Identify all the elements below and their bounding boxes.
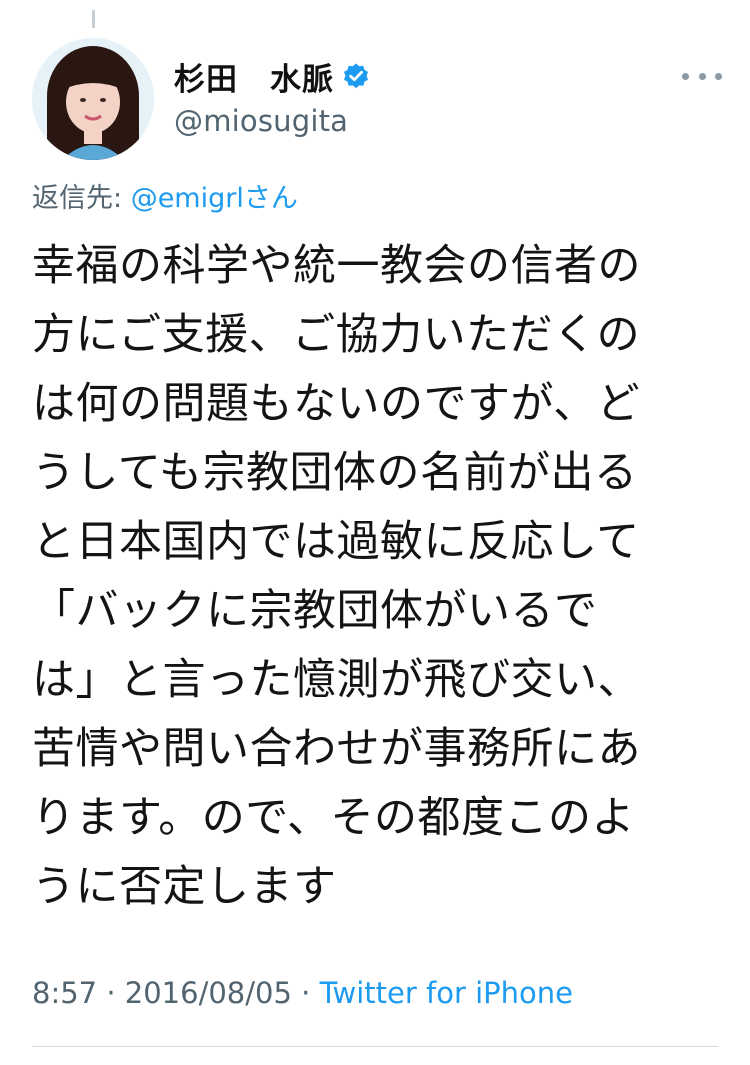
- author-display-name[interactable]: 杉田 水脈: [174, 54, 334, 99]
- reply-mention-link[interactable]: @emigrlさん: [131, 183, 298, 214]
- tweet-text-line: 苦情や問い合わせが事務所にあ: [32, 724, 641, 774]
- tweet-text-line: ります。ので、その都度このよ: [32, 793, 635, 843]
- verified-badge-icon: [342, 62, 370, 90]
- tweet-text: 幸福の科学や統一教会の信者の 方にご支援、ご協力いただくの は何の問題もないので…: [32, 232, 722, 922]
- tweet-text-line: と日本国内では過敏に反応して: [32, 517, 640, 567]
- reply-mention-suffix[interactable]: さん: [244, 183, 298, 214]
- more-options-icon[interactable]: [682, 62, 722, 90]
- tweet-text-line: は」と言った憶測が飛び交い、: [32, 655, 641, 705]
- tweet-date[interactable]: 2016/08/05: [125, 976, 292, 1010]
- more-dot: [682, 72, 689, 80]
- avatar[interactable]: [32, 38, 154, 160]
- author-handle[interactable]: @miosugita: [174, 104, 348, 138]
- tweet-text-line: 方にご支援、ご協力いただくの: [32, 310, 641, 360]
- tweet-text-line: うに否定します: [32, 862, 337, 912]
- tweet-time[interactable]: 8:57: [32, 976, 97, 1010]
- tweet-source-link[interactable]: Twitter for iPhone: [320, 976, 573, 1010]
- thread-connector-line: [92, 10, 95, 28]
- more-dot: [715, 72, 722, 80]
- meta-separator: ·: [97, 976, 125, 1010]
- meta-separator: ·: [291, 976, 320, 1010]
- tweet-text-line: は何の問題もないのですが、ど: [32, 379, 641, 429]
- replying-to-label: 返信先:: [32, 183, 131, 214]
- avatar-image: [32, 38, 154, 160]
- replying-to-line: 返信先: @emigrlさん: [32, 176, 298, 215]
- tweet-text-line: 「バックに宗教団体がいるで: [32, 586, 598, 636]
- tweet-text-line: うしても宗教団体の名前が出る: [32, 448, 638, 498]
- more-dot: [698, 72, 706, 80]
- divider: [32, 1046, 718, 1047]
- author-name-row[interactable]: 杉田 水脈: [174, 54, 370, 99]
- reply-mention-handle[interactable]: @emigrl: [131, 183, 244, 214]
- tweet-text-line: 幸福の科学や統一教会の信者の: [32, 241, 641, 291]
- tweet-meta: 8:57 · 2016/08/05 · Twitter for iPhone: [32, 976, 573, 1010]
